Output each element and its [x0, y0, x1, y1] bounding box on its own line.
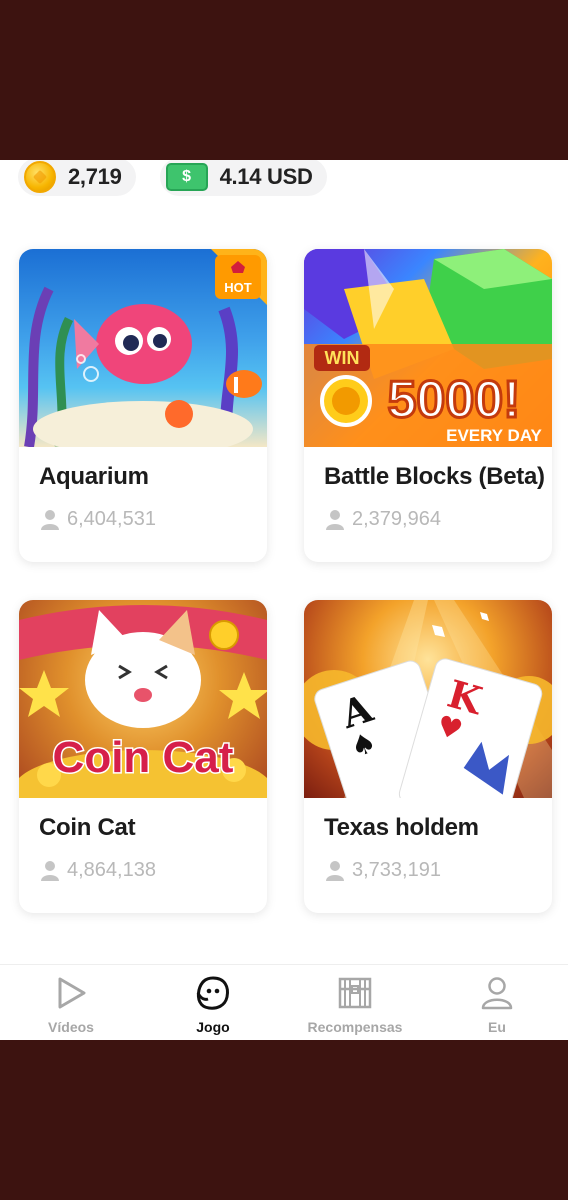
player-count-value: 6,404,531 — [67, 508, 156, 530]
person-icon — [326, 509, 344, 530]
player-count: 3,733,191 — [326, 859, 441, 882]
nav-label: Eu — [488, 1019, 506, 1035]
coin-cat-artwork: Coin Cat — [19, 600, 267, 798]
game-face-icon — [196, 976, 229, 1010]
player-count: 4,864,138 — [41, 859, 156, 882]
hot-badge: HOT — [211, 249, 267, 305]
win-text: WIN — [325, 348, 360, 368]
play-icon — [58, 977, 86, 1009]
person-icon — [41, 860, 59, 881]
aquarium-artwork: HOT — [19, 249, 267, 447]
nav-item-recompensas[interactable]: Recompensas — [284, 965, 426, 1040]
prize-amount-text: 5000! — [388, 371, 521, 429]
treasure-chest-icon — [338, 977, 372, 1009]
gold-coin-icon — [24, 161, 56, 193]
battle-blocks-artwork: WIN 5000! EVERY DAY — [304, 249, 552, 447]
nav-item-jogo[interactable]: Jogo — [142, 965, 284, 1040]
game-title: Battle Blocks (Beta) — [324, 463, 545, 490]
person-icon — [326, 860, 344, 881]
game-card-battle-blocks[interactable]: WIN 5000! EVERY DAY Battle Blocks (Beta)… — [304, 249, 552, 562]
bottom-nav: Vídeos Jogo Recompensas Eu — [0, 964, 568, 1040]
hot-badge-label: HOT — [224, 280, 252, 295]
person-icon — [41, 509, 59, 530]
player-count-value: 4,864,138 — [67, 859, 156, 881]
game-title: Texas holdem — [324, 814, 479, 841]
balance-bar: 2,719 $ 4.14 USD — [18, 160, 327, 200]
nav-label: Vídeos — [48, 1019, 94, 1035]
texas-holdem-artwork: A ♠ K ♥ — [304, 600, 552, 798]
battle-blocks-illustration: WIN 5000! EVERY DAY — [304, 249, 552, 447]
coin-balance-pill[interactable]: 2,719 — [18, 160, 136, 196]
player-count-value: 3,733,191 — [352, 859, 441, 881]
nav-item-eu[interactable]: Eu — [426, 965, 568, 1040]
nav-label: Recompensas — [307, 1019, 403, 1035]
coin-cat-illustration: Coin Cat — [19, 605, 267, 798]
game-card-texas-holdem[interactable]: A ♠ K ♥ Texas holdem 3,733,191 — [304, 600, 552, 913]
coin-balance-value: 2,719 — [68, 164, 122, 189]
player-count: 6,404,531 — [41, 508, 156, 531]
game-title: Aquarium — [39, 463, 149, 490]
game-card-aquarium[interactable]: HOT Aquarium 6,404,531 — [19, 249, 267, 562]
cash-balance-value: 4.14 USD — [219, 164, 313, 189]
person-icon — [481, 977, 513, 1010]
cash-balance-pill[interactable]: $ 4.14 USD — [159, 160, 327, 196]
game-card-coin-cat[interactable]: Coin Cat Coin Cat 4,864,138 — [19, 600, 267, 913]
coin-cat-logo-text: Coin Cat — [53, 733, 234, 782]
player-count: 2,379,964 — [326, 508, 441, 531]
cash-bill-icon: $ — [165, 163, 208, 191]
texas-holdem-illustration: A ♠ K ♥ — [304, 600, 552, 798]
every-day-text: EVERY DAY — [446, 426, 542, 445]
nav-item-videos[interactable]: Vídeos — [0, 965, 142, 1040]
game-title: Coin Cat — [39, 814, 136, 841]
player-count-value: 2,379,964 — [352, 508, 441, 530]
nav-label: Jogo — [196, 1019, 230, 1035]
app-screen: 2,719 $ 4.14 USD HOT Aquarium 6,404,531 … — [0, 160, 568, 1040]
